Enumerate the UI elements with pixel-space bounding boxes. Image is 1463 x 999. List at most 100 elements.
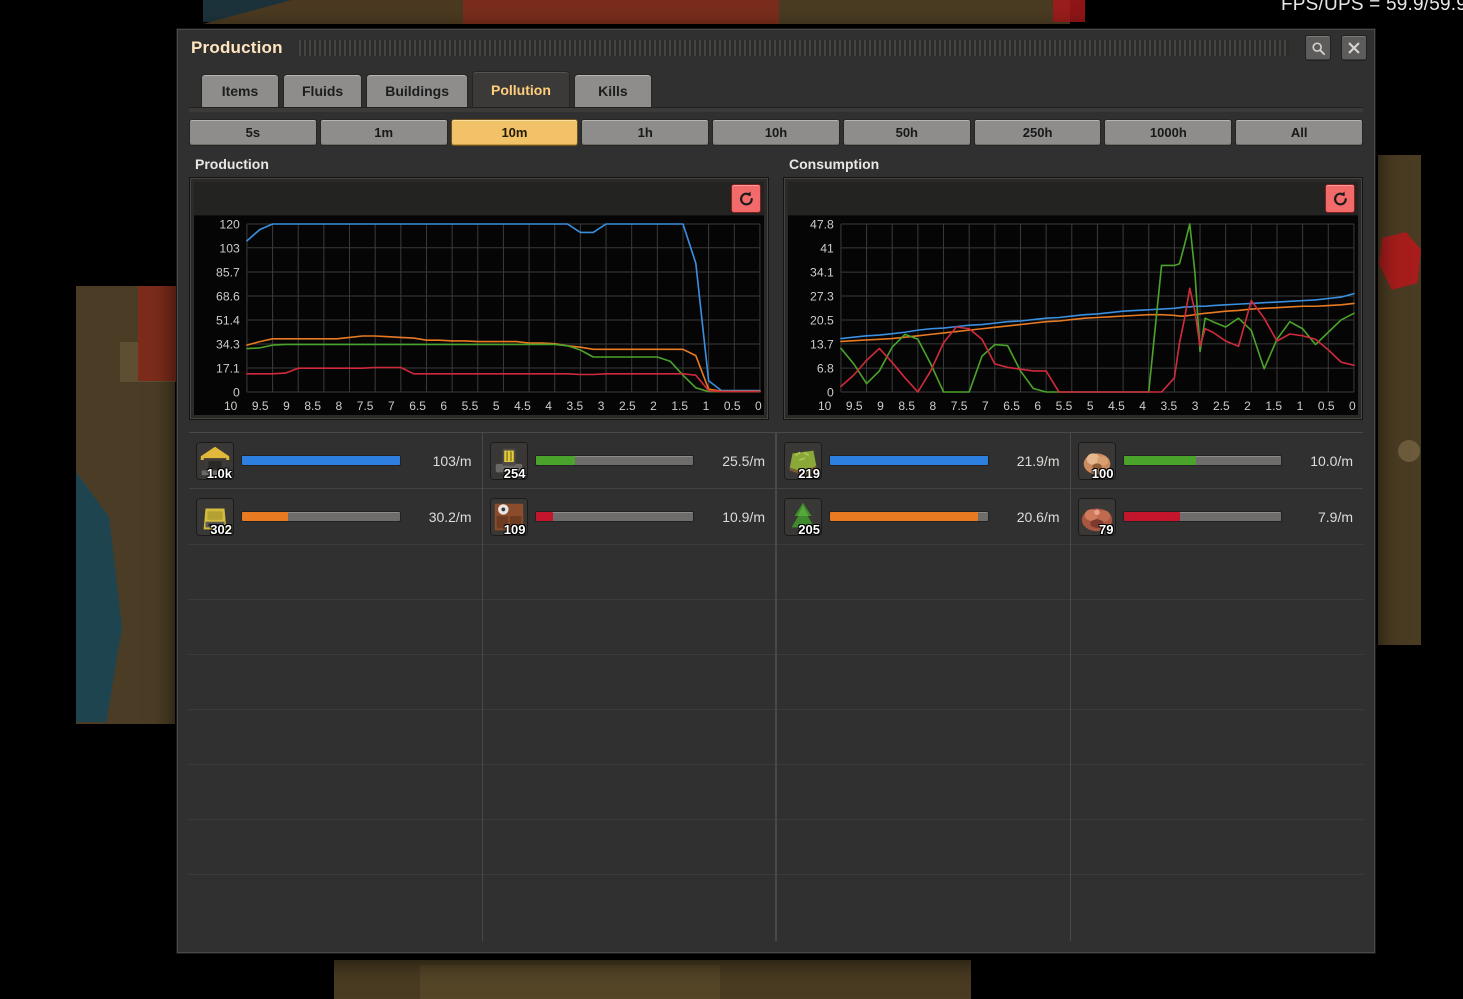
x-tick: 7.5 <box>356 399 374 413</box>
item-row[interactable]: 109 10.9/m <box>482 489 775 545</box>
reset-icon <box>1333 191 1347 206</box>
empty-list-row <box>189 654 482 710</box>
item-icon-box[interactable]: 219 <box>784 441 822 480</box>
x-tick: 6.5 <box>1003 399 1020 413</box>
consumption-list: 219 21.9/m 205 20.6/m 100 10.0/m 79 7.9/m <box>775 433 1363 941</box>
x-tick: 10 <box>818 399 832 413</box>
consumption-chart-column: Consumption 47.84134.127.320.513.7 <box>783 156 1363 420</box>
production-chart-title: Production <box>195 156 269 172</box>
range-1000h[interactable]: 1000h <box>1104 119 1233 146</box>
empty-list-row <box>189 709 482 765</box>
empty-list-row <box>482 819 775 875</box>
item-rate-bar <box>241 455 401 466</box>
item-row[interactable]: 100 10.0/m <box>1070 433 1363 489</box>
item-icon-box[interactable]: 109 <box>489 497 528 536</box>
x-tick: 1.5 <box>671 399 689 413</box>
range-1m[interactable]: 1m <box>319 119 448 146</box>
tab-pollution[interactable]: Pollution <box>472 71 570 107</box>
item-row[interactable]: 79 7.9/m <box>1070 489 1363 545</box>
consumption-chart-header <box>788 182 1358 216</box>
close-button[interactable] <box>1341 35 1367 61</box>
item-icon-box[interactable]: 79 <box>1077 497 1116 536</box>
consumption-x-axis: 10 9.5 9 8.5 8 7.5 7 6.5 6 5.5 5 4.5 4 3.5 3 2.5 2 1.5 1 0.… <box>788 398 1358 415</box>
empty-list-row <box>1070 654 1363 710</box>
empty-list-row <box>189 819 482 875</box>
empty-list-row <box>482 599 775 655</box>
svg-text:51.4: 51.4 <box>216 314 240 328</box>
window-titlebar[interactable]: Production <box>177 29 1375 67</box>
tab-fluids[interactable]: Fluids <box>283 74 363 107</box>
item-count: 1.0k <box>206 465 232 480</box>
empty-list-row <box>482 544 775 600</box>
range-1h[interactable]: 1h <box>581 119 710 146</box>
item-row[interactable]: 302 30.2/m <box>189 489 482 545</box>
x-tick: 8 <box>335 399 343 413</box>
item-rate-bar <box>1122 455 1282 466</box>
range-all[interactable]: All <box>1235 119 1364 146</box>
empty-list-row <box>777 654 1070 710</box>
item-rate-label: 20.6/m <box>1016 508 1060 525</box>
x-tick: 4 <box>1139 399 1146 413</box>
item-row[interactable]: 1.0k 103/m <box>189 433 482 489</box>
range-50h[interactable]: 50h <box>842 119 971 146</box>
item-icon-box[interactable]: 205 <box>784 497 822 536</box>
x-tick: 4.5 <box>1108 399 1125 413</box>
production-chart-header <box>194 182 764 216</box>
production-list: 1.0k 103/m 302 30.2/m 254 25.5/m 109 10.9/m <box>189 433 775 941</box>
empty-list-row <box>1070 819 1363 875</box>
range-10m[interactable]: 10m <box>450 119 579 146</box>
range-250h[interactable]: 250h <box>973 119 1102 146</box>
production-chart-frame: 120 103 85.7 68.6 51.4 34.3 17.1 0 10 9.5 9 8.5 8 7.… <box>189 177 769 420</box>
x-tick: 3.5 <box>566 399 584 413</box>
item-icon-box[interactable]: 1.0k <box>196 441 234 480</box>
x-tick: 8.5 <box>898 399 916 413</box>
empty-list-row <box>482 764 775 820</box>
item-rate-bar <box>534 455 694 466</box>
terrain-red-left <box>138 286 178 381</box>
reset-icon <box>739 191 753 206</box>
item-row[interactable]: 205 20.6/m <box>777 489 1070 545</box>
svg-text:120: 120 <box>219 218 240 232</box>
x-tick: 1 <box>702 399 710 413</box>
production-reset-button[interactable] <box>731 184 761 213</box>
x-tick: 5 <box>1086 399 1094 413</box>
svg-text:17.1: 17.1 <box>216 362 240 376</box>
consumption-reset-button[interactable] <box>1325 184 1355 213</box>
range-5s[interactable]: 5s <box>189 119 317 146</box>
category-tabs: Items Fluids Buildings Pollution Kills <box>189 67 1363 107</box>
empty-list-row <box>189 544 482 600</box>
consumption-plot[interactable]: 47.8 41 34.1 27.3 20.5 13.7 6.8 0 <box>788 216 1358 398</box>
svg-text:13.7: 13.7 <box>810 337 834 351</box>
item-row[interactable]: 219 21.9/m <box>777 433 1070 489</box>
x-tick: 6 <box>1034 399 1042 413</box>
x-tick: 8 <box>929 399 937 413</box>
range-10h[interactable]: 10h <box>712 119 840 146</box>
x-tick: 6.5 <box>409 399 426 413</box>
item-rate-label: 21.9/m <box>1016 452 1060 469</box>
production-plot[interactable]: 120 103 85.7 68.6 51.4 34.3 17.1 0 <box>194 216 764 398</box>
window-drag-handle[interactable] <box>298 40 1289 56</box>
item-icon-box[interactable]: 254 <box>489 441 528 480</box>
item-icon-box[interactable]: 302 <box>196 497 234 536</box>
svg-text:41: 41 <box>820 241 834 255</box>
tab-kills[interactable]: Kills <box>573 74 652 107</box>
item-icon-box[interactable]: 100 <box>1077 441 1116 480</box>
x-tick: 7 <box>387 399 395 413</box>
empty-list-row <box>189 764 482 820</box>
x-tick: 9 <box>283 399 290 413</box>
charts-area: Production 12010385.768.651.434.31 <box>189 156 1363 420</box>
production-x-axis: 10 9.5 9 8.5 8 7.5 7 6.5 6 5.5 5 4.5 4 3.5 3 2.5 2 1.5 1 0.… <box>194 398 764 415</box>
terrain-rock-right <box>1398 440 1420 462</box>
tab-buildings[interactable]: Buildings <box>366 74 469 107</box>
terrain-patch-right <box>1378 155 1421 645</box>
search-button[interactable] <box>1305 35 1331 61</box>
item-count: 219 <box>798 465 820 480</box>
item-row[interactable]: 254 25.5/m <box>482 433 775 489</box>
x-tick: 4 <box>545 399 552 413</box>
window-body: Items Fluids Buildings Pollution Kills 5… <box>177 67 1375 953</box>
item-count: 100 <box>1091 465 1114 480</box>
x-tick: 0.5 <box>723 399 741 413</box>
tab-items[interactable]: Items <box>201 74 279 107</box>
item-rate-bar-fill <box>535 456 575 465</box>
x-tick: 1 <box>1296 399 1304 413</box>
